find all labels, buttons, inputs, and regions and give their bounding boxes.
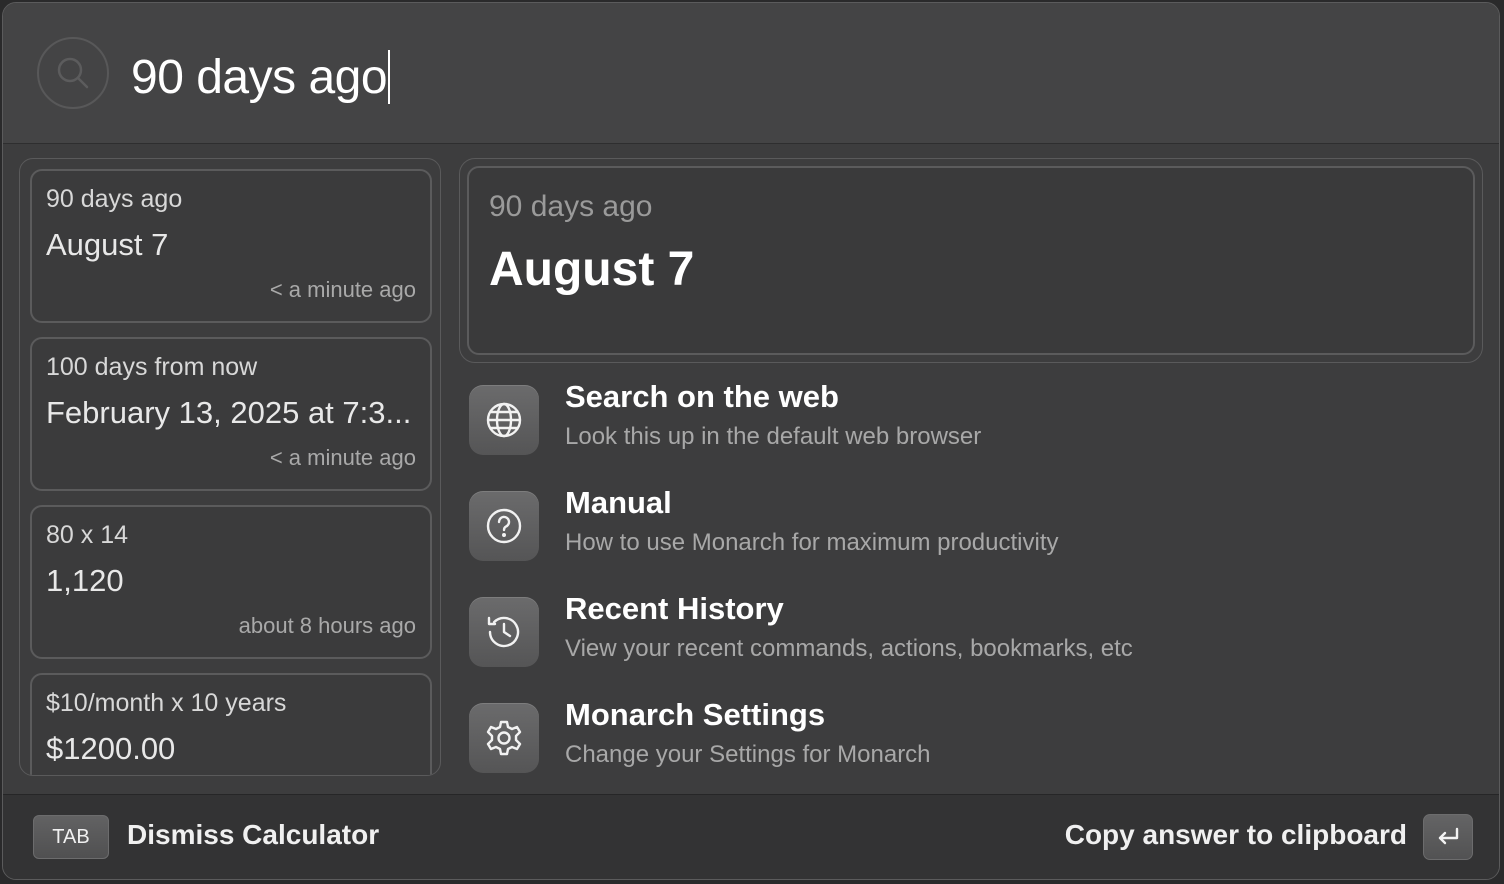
result-query: 90 days ago: [489, 190, 653, 223]
action-subtitle: How to use Monarch for maximum productiv…: [565, 529, 1059, 556]
history-timestamp: < a minute ago: [269, 445, 416, 470]
history-query: 90 days ago: [46, 185, 183, 213]
search-icon: [37, 37, 109, 109]
monarch-window: 90 days ago 90 days ago August 7 < a min…: [2, 2, 1500, 880]
action-title: Search on the web: [565, 379, 839, 414]
history-answer: February 13, 2025 at 7:3...: [46, 395, 412, 430]
history-card[interactable]: $10/month x 10 years $1200.00: [30, 673, 432, 775]
history-card[interactable]: 90 days ago August 7 < a minute ago: [30, 169, 432, 323]
search-query-text: 90 days ago: [131, 50, 388, 104]
history-answer: 1,120: [46, 563, 124, 598]
action-subtitle: View your recent commands, actions, book…: [565, 635, 1133, 662]
history-timestamp: about 8 hours ago: [238, 613, 416, 638]
action-recent-history[interactable]: Recent History View your recent commands…: [469, 591, 1469, 673]
action-settings[interactable]: Monarch Settings Change your Settings fo…: [469, 697, 1469, 779]
action-title: Monarch Settings: [565, 697, 826, 732]
history-card[interactable]: 80 x 14 1,120 about 8 hours ago: [30, 505, 432, 659]
result-answer: August 7: [489, 243, 695, 296]
history-icon: [469, 597, 539, 667]
copy-answer-label[interactable]: Copy answer to clipboard: [1065, 819, 1407, 851]
history-query: 80 x 14: [46, 521, 129, 549]
history-answer: August 7: [46, 227, 169, 262]
history-answer: $1200.00: [46, 731, 176, 766]
tab-key-button[interactable]: TAB: [33, 815, 109, 859]
footer-bar: TAB Dismiss Calculator Copy answer to cl…: [3, 794, 1499, 879]
gear-icon: [469, 703, 539, 773]
history-query: 100 days from now: [46, 353, 258, 381]
action-title: Manual: [565, 485, 672, 520]
search-bar: 90 days ago: [3, 3, 1499, 144]
return-key-icon[interactable]: [1423, 814, 1473, 860]
action-subtitle: Change your Settings for Monarch: [565, 741, 931, 768]
action-manual[interactable]: Manual How to use Monarch for maximum pr…: [469, 485, 1469, 567]
text-caret: [388, 50, 391, 104]
action-search-web[interactable]: Search on the web Look this up in the de…: [469, 379, 1469, 461]
search-input[interactable]: 90 days ago: [131, 47, 391, 107]
result-card[interactable]: 90 days ago August 7: [467, 166, 1475, 355]
question-circle-icon: [469, 491, 539, 561]
globe-icon: [469, 385, 539, 455]
action-title: Recent History: [565, 591, 784, 626]
history-timestamp: < a minute ago: [269, 277, 416, 302]
action-subtitle: Look this up in the default web browser: [565, 423, 982, 450]
dismiss-calculator-label[interactable]: Dismiss Calculator: [127, 819, 379, 851]
result-panel: 90 days ago August 7: [459, 158, 1483, 363]
history-card[interactable]: 100 days from now February 13, 2025 at 7…: [30, 337, 432, 491]
calculation-history-list: 90 days ago August 7 < a minute ago 100 …: [19, 158, 441, 776]
history-query: $10/month x 10 years: [46, 689, 287, 717]
